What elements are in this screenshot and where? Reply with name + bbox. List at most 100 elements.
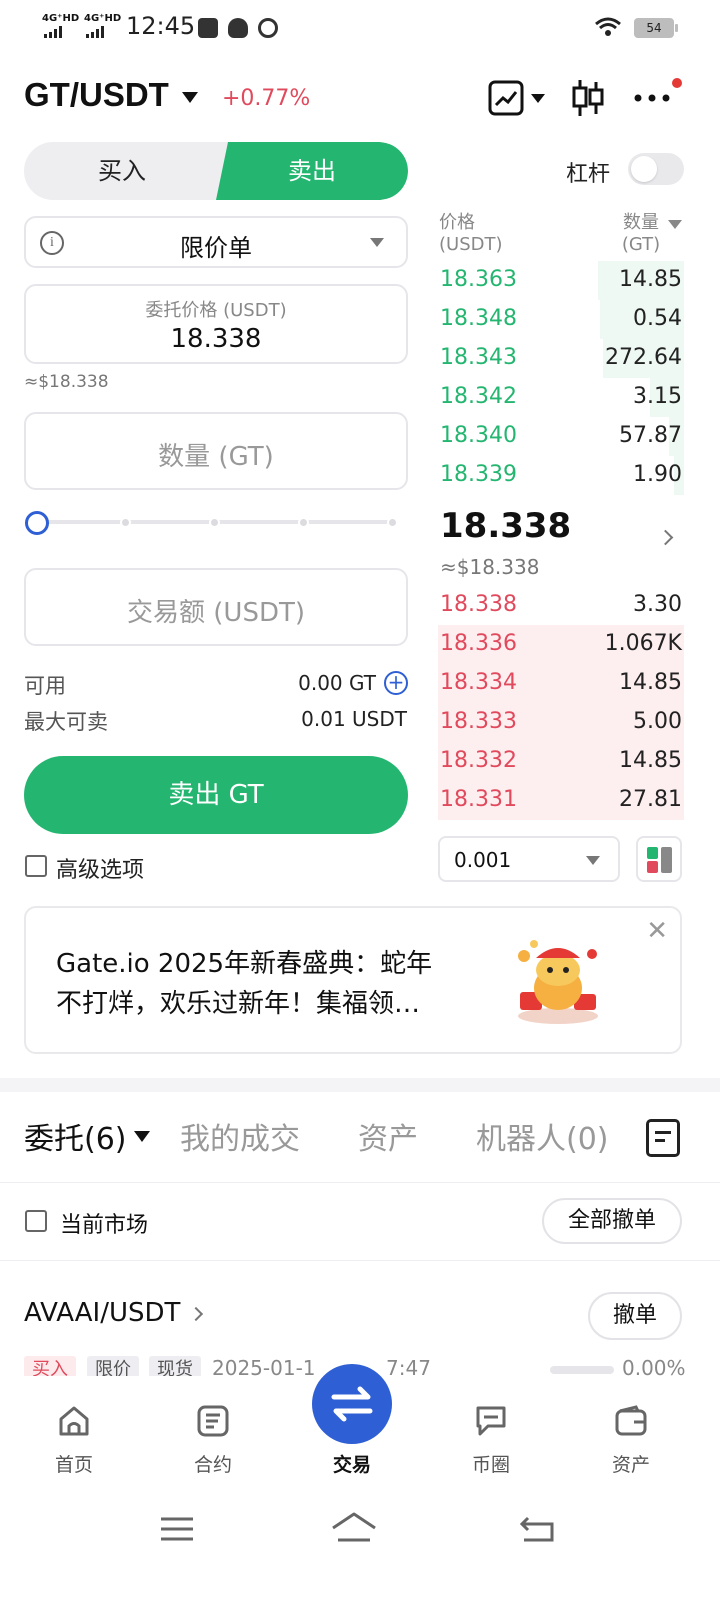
nav-trade-button[interactable] [312, 1364, 392, 1444]
futures-icon [197, 1405, 229, 1437]
advanced-options-label[interactable]: 高级选项 [56, 852, 144, 884]
nav-trade-label: 交易 [332, 1454, 371, 1476]
buy-sell-toggle: 买入 卖出 [24, 142, 408, 200]
signal-icon-1 [44, 26, 62, 38]
tab-buy[interactable]: 买入 [24, 142, 220, 200]
current-market-checkbox[interactable] [25, 1210, 47, 1232]
bid-quantity: 5.00 [633, 709, 682, 734]
orderbook-qty-header: 数量 (GT) [621, 212, 661, 255]
bid-price: 18.332 [440, 748, 517, 773]
current-market-label[interactable]: 当前市场 [60, 1207, 148, 1239]
bid-row[interactable]: 18.331 27.81 [438, 781, 684, 820]
advanced-options-checkbox[interactable] [25, 855, 47, 877]
bid-quantity: 1.067K [604, 631, 682, 656]
quantity-input[interactable]: 数量 (GT) [24, 412, 408, 490]
ask-price: 18.343 [440, 345, 517, 370]
ask-row[interactable]: 18.363 14.85 [438, 261, 684, 300]
leverage-label: 杠杆 [566, 162, 611, 187]
cancel-order-button[interactable]: 撤单 [588, 1292, 682, 1340]
orders-dropdown-icon[interactable] [134, 1131, 150, 1142]
slider-tick-100[interactable] [387, 517, 398, 528]
community-icon [476, 1406, 506, 1436]
bid-quantity: 14.85 [619, 670, 682, 695]
price-input[interactable]: 委托价格 (USDT) 18.338 [24, 284, 408, 364]
tab-assets[interactable]: 资产 [358, 1114, 418, 1158]
section-divider [0, 1078, 720, 1092]
ask-quantity: 3.15 [633, 384, 682, 409]
divider [0, 1182, 720, 1183]
ask-quantity: 272.64 [605, 345, 682, 370]
home-icon [59, 1406, 89, 1436]
candlestick-icon[interactable] [570, 78, 606, 118]
promo-banner[interactable]: Gate.io 2025年新春盛典：蛇年 不打烊，欢乐过新年！集福领… ✕ [24, 906, 682, 1054]
bid-row[interactable]: 18.334 14.85 [438, 664, 684, 703]
bid-price: 18.334 [440, 670, 517, 695]
pair-dropdown-icon[interactable] [182, 92, 198, 103]
menu-icon[interactable] [158, 1514, 196, 1544]
media-app-icon [198, 18, 218, 38]
bid-price: 18.331 [440, 787, 517, 812]
toggle-knob [631, 156, 657, 182]
slider-tick-75[interactable] [298, 517, 309, 528]
tab-my-trades[interactable]: 我的成交 [180, 1114, 300, 1158]
home-nav-icon[interactable] [330, 1510, 378, 1544]
ask-price: 18.339 [440, 462, 517, 487]
tab-bots[interactable]: 机器人(0) [476, 1114, 609, 1158]
close-icon[interactable]: ✕ [646, 916, 668, 946]
chart-icon[interactable] [488, 80, 524, 116]
pair-title[interactable]: GT/USDT [24, 76, 169, 114]
chevron-right-icon[interactable] [657, 529, 674, 546]
bid-row[interactable]: 18.332 14.85 [438, 742, 684, 781]
last-price: 18.338 [440, 506, 572, 546]
chevron-right-icon[interactable] [188, 1306, 204, 1322]
order-pair[interactable]: AVAAI/USDT [24, 1298, 180, 1328]
precision-select[interactable]: 0.001 [438, 836, 620, 882]
order-type-select[interactable]: i 限价单 [24, 216, 408, 268]
price-input-label: 委托价格 (USDT) [145, 300, 287, 321]
slider-tick-50[interactable] [209, 517, 220, 528]
ask-quantity: 14.85 [619, 267, 682, 292]
bid-row[interactable]: 18.336 1.067K [438, 625, 684, 664]
ask-row[interactable]: 18.339 1.90 [438, 456, 684, 495]
chevron-down-icon [586, 856, 600, 865]
cancel-all-button[interactable]: 全部撤单 [542, 1198, 682, 1244]
bid-row[interactable]: 18.333 5.00 [438, 703, 684, 742]
amount-slider[interactable] [48, 520, 394, 524]
precision-value: 0.001 [454, 848, 512, 872]
ask-row[interactable]: 18.343 272.64 [438, 339, 684, 378]
more-icon[interactable] [632, 76, 686, 116]
ask-row[interactable]: 18.348 0.54 [438, 300, 684, 339]
order-history-icon[interactable] [646, 1119, 680, 1157]
chart-dropdown-icon[interactable] [531, 94, 545, 103]
orderbook-layout-icon[interactable] [636, 836, 682, 882]
signal-icon-2 [86, 26, 104, 38]
available-value: 0.00 GT [298, 671, 376, 695]
bid-price: 18.338 [440, 592, 517, 617]
ask-quantity: 57.87 [619, 423, 682, 448]
add-funds-icon[interactable]: + [384, 671, 408, 695]
bid-quantity: 27.81 [619, 787, 682, 812]
clock: 12:45 [126, 12, 196, 40]
ask-row[interactable]: 18.342 3.15 [438, 378, 684, 417]
tab-sell[interactable]: 卖出 [216, 142, 408, 200]
signal-label-2: 4G⁺HD [84, 13, 122, 24]
system-nav-bar [0, 1496, 720, 1600]
tab-orders[interactable]: 委托(6) [24, 1114, 127, 1158]
leverage-toggle[interactable] [628, 153, 684, 185]
bid-row[interactable]: 18.338 3.30 [438, 586, 684, 625]
chevron-down-icon [370, 238, 384, 247]
ask-price: 18.363 [440, 267, 517, 292]
slider-tick-25[interactable] [120, 517, 131, 528]
trade-amount-input[interactable]: 交易额 (USDT) [24, 568, 408, 646]
orderbook-price-header: 价格 (USDT) [439, 212, 503, 255]
ask-price: 18.340 [440, 423, 517, 448]
back-icon[interactable] [518, 1512, 558, 1544]
sell-gt-button[interactable]: 卖出 GT [24, 756, 408, 834]
slider-handle[interactable] [25, 511, 49, 535]
qty-sort-icon[interactable] [668, 220, 682, 229]
battery-icon: 54 [634, 18, 678, 38]
bid-price: 18.333 [440, 709, 517, 734]
bid-price: 18.336 [440, 631, 517, 656]
link-app-icon [258, 18, 278, 38]
ask-row[interactable]: 18.340 57.87 [438, 417, 684, 456]
